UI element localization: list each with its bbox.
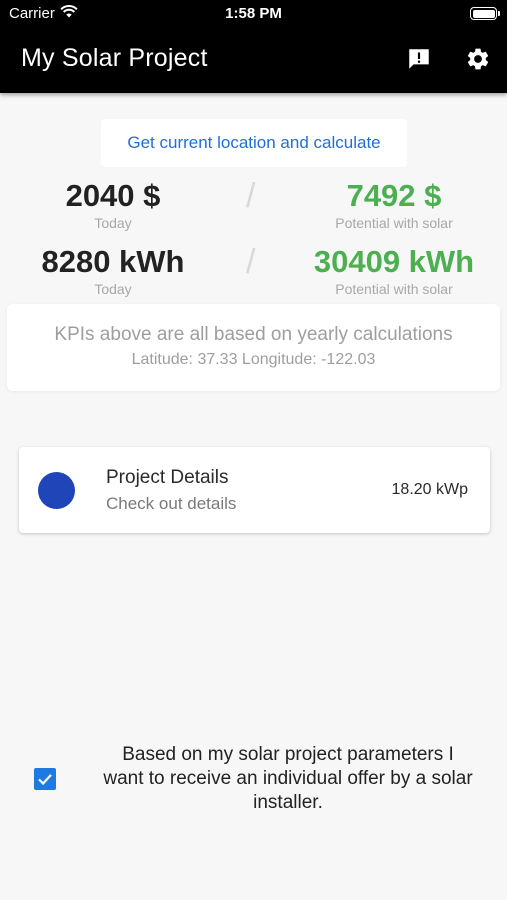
project-details-card[interactable]: Project Details Check out details 18.20 … bbox=[19, 447, 490, 533]
checkmark-icon bbox=[38, 774, 52, 786]
battery-icon bbox=[470, 7, 500, 20]
status-bar: Carrier 1:58 PM bbox=[0, 0, 507, 28]
clock: 1:58 PM bbox=[225, 5, 282, 22]
coordinates-text: Latitude: 37.33 Longitude: -122.03 bbox=[131, 351, 376, 368]
kpi-energy-potential: 30409 kWh Potential with solar bbox=[284, 244, 504, 298]
kpi-label: Today bbox=[94, 215, 132, 231]
kpi-note: KPIs above are all based on yearly calcu… bbox=[54, 324, 453, 345]
get-location-button[interactable]: Get current location and calculate bbox=[101, 119, 407, 167]
gear-icon[interactable] bbox=[463, 44, 493, 74]
kpi-value: 30409 kWh bbox=[313, 244, 475, 279]
kpi-value: 7492 $ bbox=[346, 178, 442, 213]
kpi-energy-today: 8280 kWh Today bbox=[13, 244, 213, 298]
feedback-icon[interactable] bbox=[404, 44, 434, 74]
kpi-cost-potential: 7492 $ Potential with solar bbox=[284, 178, 504, 232]
offer-checkbox[interactable] bbox=[34, 768, 56, 790]
kpi-value: 2040 $ bbox=[65, 178, 161, 213]
kpi-label: Today bbox=[94, 281, 132, 297]
kpi-label: Potential with solar bbox=[335, 281, 453, 297]
kpi-cost-today: 2040 $ Today bbox=[13, 178, 213, 232]
app-bar: My Solar Project bbox=[0, 28, 507, 93]
offer-consent-text: Based on my solar project parameters I w… bbox=[103, 744, 473, 813]
kpi-separator: / bbox=[246, 177, 256, 215]
page-title: My Solar Project bbox=[21, 44, 208, 72]
project-title: Project Details bbox=[106, 467, 229, 488]
project-capacity: 18.20 kWp bbox=[391, 481, 468, 498]
kpi-info-card: KPIs above are all based on yearly calcu… bbox=[7, 304, 500, 391]
kpi-value: 8280 kWh bbox=[41, 244, 185, 279]
project-avatar-dot bbox=[38, 472, 75, 509]
project-subtitle: Check out details bbox=[106, 494, 237, 513]
kpi-label: Potential with solar bbox=[335, 215, 453, 231]
kpi-separator: / bbox=[246, 243, 256, 281]
